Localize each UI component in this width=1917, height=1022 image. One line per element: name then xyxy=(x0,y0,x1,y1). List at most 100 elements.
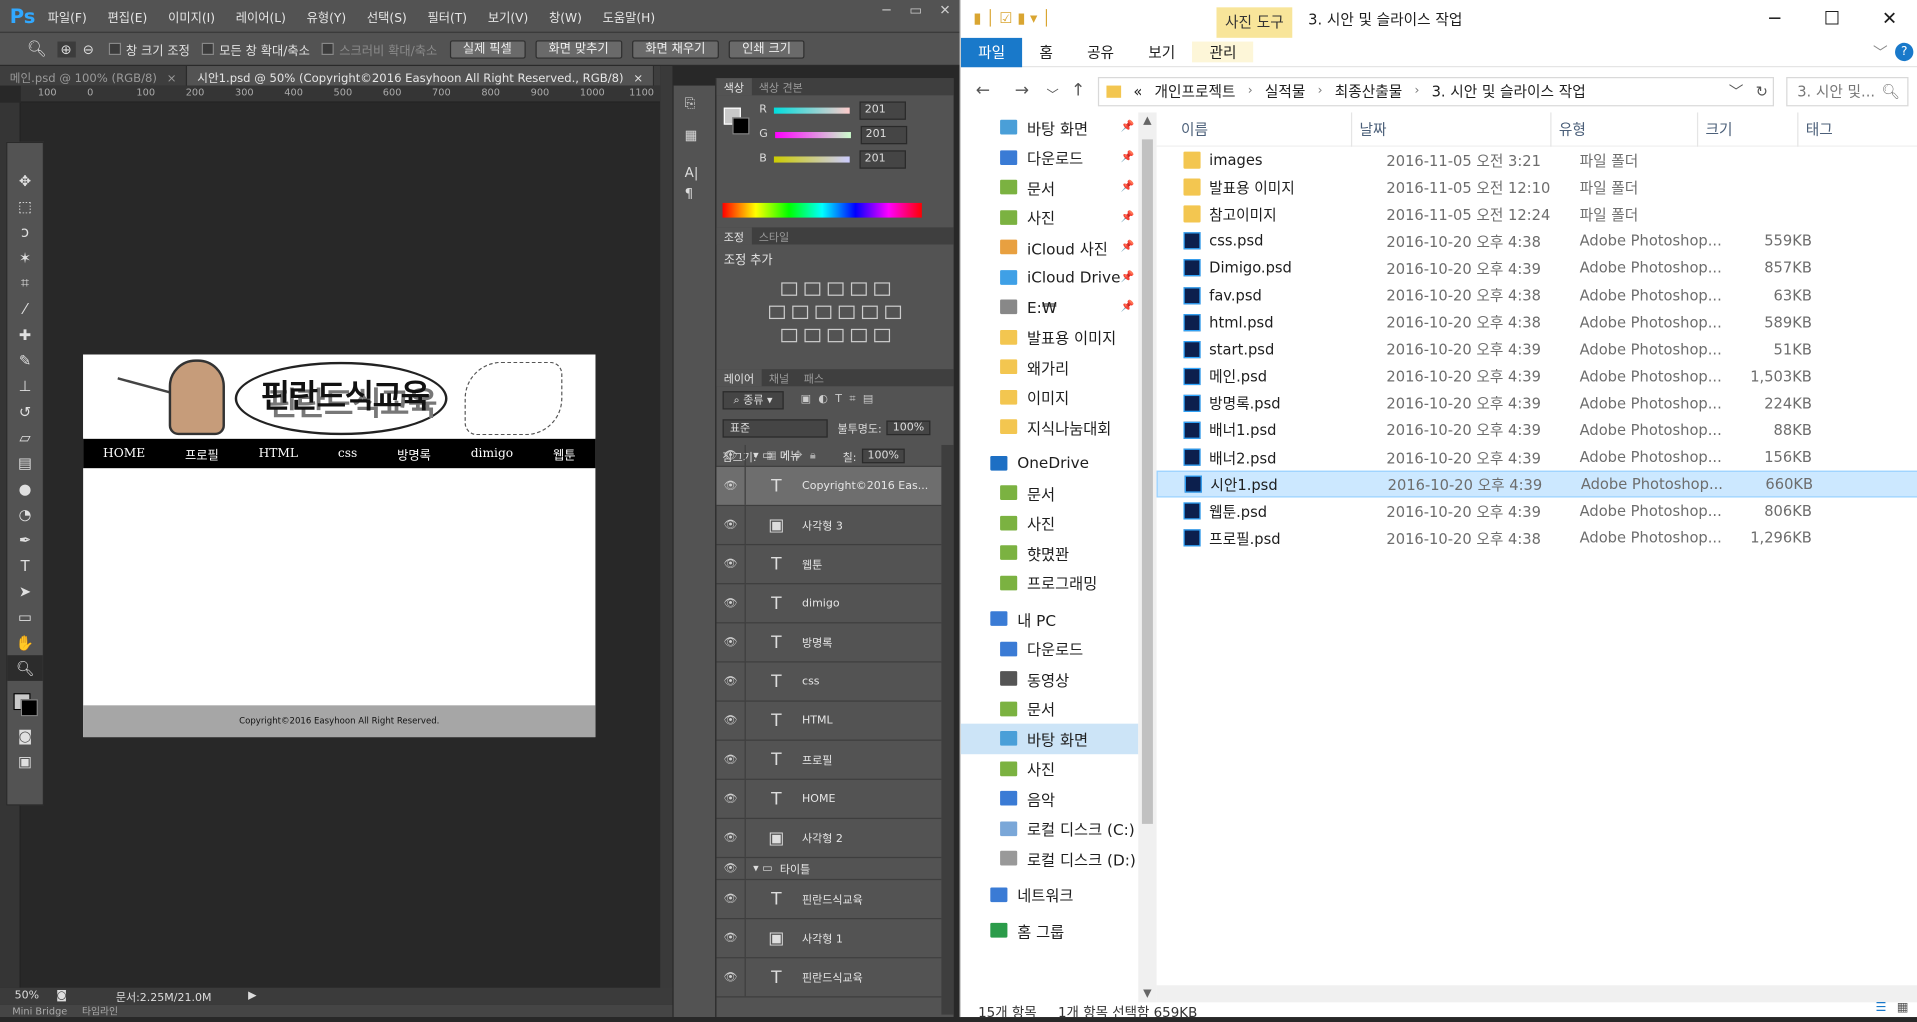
bg-color-swatch[interactable] xyxy=(732,117,750,135)
channel-mixer-icon[interactable] xyxy=(861,305,878,320)
ribbon-tab-home[interactable]: 홈 xyxy=(1022,42,1070,63)
zoom-tool-icon[interactable]: 🔍︎ xyxy=(27,40,47,58)
nav-item[interactable]: iCloud Drive 📌 xyxy=(961,262,1138,292)
ribbon-tab-file[interactable]: 파일 xyxy=(960,37,1023,67)
visibility-eye-icon[interactable]: 👁︎ xyxy=(716,584,746,623)
healing-brush-icon[interactable]: ✚ xyxy=(7,321,42,347)
ps-menu-item[interactable]: 선택(S) xyxy=(367,7,407,25)
tab-styles[interactable]: 스타일 xyxy=(751,227,796,244)
address-dropdown-icon[interactable]: ﹀ xyxy=(1729,78,1744,105)
visibility-eye-icon[interactable]: 👁︎ xyxy=(716,958,746,997)
layer-row[interactable]: 👁︎ ▣ 사각형 1 xyxy=(716,919,942,959)
file-row[interactable]: 배너1.psd 2016-10-20 오후 4:39 Adobe Photoshop… xyxy=(1157,417,1917,444)
file-row[interactable]: Dimigo.psd 2016-10-20 오후 4:39 Adobe Photos… xyxy=(1157,255,1917,282)
character-panel-icon[interactable]: A| xyxy=(685,165,705,181)
file-row[interactable]: fav.psd 2016-10-20 오후 4:38 Adobe Photoshop… xyxy=(1157,282,1917,309)
layer-row[interactable]: 👁︎ T 웹툰 xyxy=(716,545,942,585)
visibility-eye-icon[interactable]: 👁︎ xyxy=(716,779,746,818)
col-name[interactable]: 이름 xyxy=(1157,111,1353,147)
visibility-eye-icon[interactable]: 👁︎ xyxy=(716,858,746,879)
print-size-button[interactable]: 인쇄 크기 xyxy=(728,39,805,59)
layer-filter-select[interactable]: ⌕ 종류 ▾ xyxy=(722,390,784,409)
search-input[interactable]: 3. 시안 및... 🔍︎ xyxy=(1786,77,1909,107)
mini-bridge-tab[interactable]: Mini Bridge xyxy=(12,1006,67,1017)
file-row[interactable]: 웹툰.psd 2016-10-20 오후 4:39 Adobe Photoshop.… xyxy=(1157,498,1917,525)
canvas-vertical-scrollbar[interactable] xyxy=(660,66,673,991)
fill-screen-button[interactable]: 화면 채우기 xyxy=(631,39,719,59)
levels-icon[interactable] xyxy=(803,282,820,296)
breadcrumb-item[interactable]: 개인프로젝트 xyxy=(1155,78,1236,105)
blend-mode-select[interactable]: 표준 xyxy=(722,418,828,438)
nav-item[interactable]: 바탕 화면 xyxy=(960,723,1139,754)
ps-menu-item[interactable]: 필터(T) xyxy=(428,7,468,25)
pin-icon[interactable]: 📌 xyxy=(1121,211,1135,223)
quick-mask-icon[interactable]: ◙ xyxy=(7,722,42,748)
minimize-icon[interactable]: ─ xyxy=(872,0,901,22)
file-row[interactable]: html.psd 2016-10-20 오후 4:38 Adobe Photosho… xyxy=(1157,309,1917,336)
nav-item[interactable]: 네트워크 xyxy=(961,880,1138,910)
breadcrumb-item[interactable]: 실적물 xyxy=(1265,78,1305,105)
actual-pixels-button[interactable]: 실제 픽셀 xyxy=(449,39,526,59)
zoom-tool-icon[interactable]: 🔍︎ xyxy=(7,655,43,681)
gradient-map-icon[interactable] xyxy=(850,328,867,343)
bw-icon[interactable] xyxy=(815,305,832,320)
tab-adjustments[interactable]: 조정 xyxy=(716,227,752,245)
ps-menu-item[interactable]: 유형(Y) xyxy=(307,7,347,25)
visibility-eye-icon[interactable]: 👁︎ xyxy=(716,444,746,466)
ps-menu-item[interactable]: 이미지(I) xyxy=(168,7,215,25)
crop-tool-icon[interactable]: ⌗ xyxy=(7,270,42,296)
nav-item[interactable]: 발표용 이미지 xyxy=(961,322,1138,352)
visibility-eye-icon[interactable]: 👁︎ xyxy=(716,740,746,779)
zoom-out-icon[interactable]: ⊖ xyxy=(83,41,94,57)
red-slider[interactable]: R 201 xyxy=(716,98,953,122)
layer-row[interactable]: 👁︎ T HOME xyxy=(716,779,942,820)
visibility-eye-icon[interactable]: 👁︎ xyxy=(716,466,746,505)
blue-slider[interactable]: B 201 xyxy=(716,147,953,171)
file-row[interactable]: 발표용 이미지 2016-11-05 오전 12:10 파일 폴더 xyxy=(1157,174,1917,201)
layer-row[interactable]: 👁︎ T Copyright©2016 Eas... xyxy=(716,466,942,507)
visibility-eye-icon[interactable]: 👁︎ xyxy=(716,662,746,701)
tab-close-icon[interactable]: × xyxy=(633,72,643,85)
view-details-icon[interactable]: ☰ xyxy=(1876,1001,1887,1014)
breadcrumb-item[interactable]: 3. 시안 및 슬라이스 작업 xyxy=(1432,78,1586,105)
pin-icon[interactable]: 📌 xyxy=(1121,151,1135,163)
file-row[interactable]: 방명록.psd 2016-10-20 오후 4:39 Adobe Photoshop… xyxy=(1157,390,1917,417)
hue-icon[interactable] xyxy=(769,305,785,320)
layer-row[interactable]: 👁︎ ▣ 사각형 2 xyxy=(716,819,942,859)
visibility-eye-icon[interactable]: 👁︎ xyxy=(716,506,746,544)
exposure-icon[interactable] xyxy=(850,282,867,296)
visibility-eye-icon[interactable]: 👁︎ xyxy=(716,919,746,958)
visibility-eye-icon[interactable]: 👁︎ xyxy=(716,701,746,740)
zoom-all-windows-checkbox[interactable]: 모든 창 확대/축소 xyxy=(202,40,310,58)
file-row[interactable]: start.psd 2016-10-20 오후 4:39 Adobe Photosh… xyxy=(1157,336,1917,363)
ribbon-tab-manage[interactable]: 관리 xyxy=(1192,41,1254,63)
posterize-icon[interactable] xyxy=(803,328,820,343)
ribbon-tab-view[interactable]: 보기 xyxy=(1131,42,1192,63)
file-row[interactable]: 프로필.psd 2016-10-20 오후 4:38 Adobe Photoshop… xyxy=(1157,525,1917,552)
tab-close-icon[interactable]: × xyxy=(167,72,177,85)
layer-row[interactable]: 👁︎ T 핀란드식교육 xyxy=(716,958,942,998)
nav-item[interactable]: iCloud 사진 📌 xyxy=(961,232,1138,262)
file-row[interactable]: 시안1.psd 2016-10-20 오후 4:39 Adobe Photoshop… xyxy=(1156,470,1917,498)
layer-row[interactable]: 👁︎ Tcss xyxy=(716,662,942,702)
layer-group[interactable]: 👁︎ ▾ ▭ 타이틀 xyxy=(716,858,942,881)
nav-item[interactable]: 홈 그룹 xyxy=(961,916,1138,946)
file-row[interactable]: images 2016-11-05 오전 3:21 파일 폴더 xyxy=(1157,147,1917,174)
restore-icon[interactable]: ▭ xyxy=(901,0,930,22)
col-date[interactable]: 날짜 xyxy=(1352,111,1552,147)
fit-screen-button[interactable]: 화면 맞추기 xyxy=(535,39,623,59)
col-tags[interactable]: 태그 xyxy=(1798,112,1908,146)
pin-icon[interactable]: 📌 xyxy=(1121,301,1135,313)
back-arrow-icon[interactable]: ← xyxy=(976,81,990,101)
dodge-tool-icon[interactable]: ◔ xyxy=(7,501,42,527)
layer-row[interactable]: 👁︎ T 프로필 xyxy=(716,740,942,780)
recent-dropdown-icon[interactable]: ﹀ xyxy=(1047,84,1059,102)
balance-icon[interactable] xyxy=(792,305,809,320)
view-icons-icon[interactable]: ▦ xyxy=(1897,1001,1909,1014)
layer-row[interactable]: 👁︎ T HTML xyxy=(716,701,942,741)
tab-swatches[interactable]: 색상 견본 xyxy=(751,78,810,95)
green-value[interactable]: 201 xyxy=(860,125,908,144)
ribbon-tab-share[interactable]: 공유 xyxy=(1070,42,1131,63)
history-panel-icon[interactable]: ⎘ xyxy=(685,95,705,112)
nav-item[interactable]: 바탕 화면 📌 xyxy=(961,112,1138,142)
